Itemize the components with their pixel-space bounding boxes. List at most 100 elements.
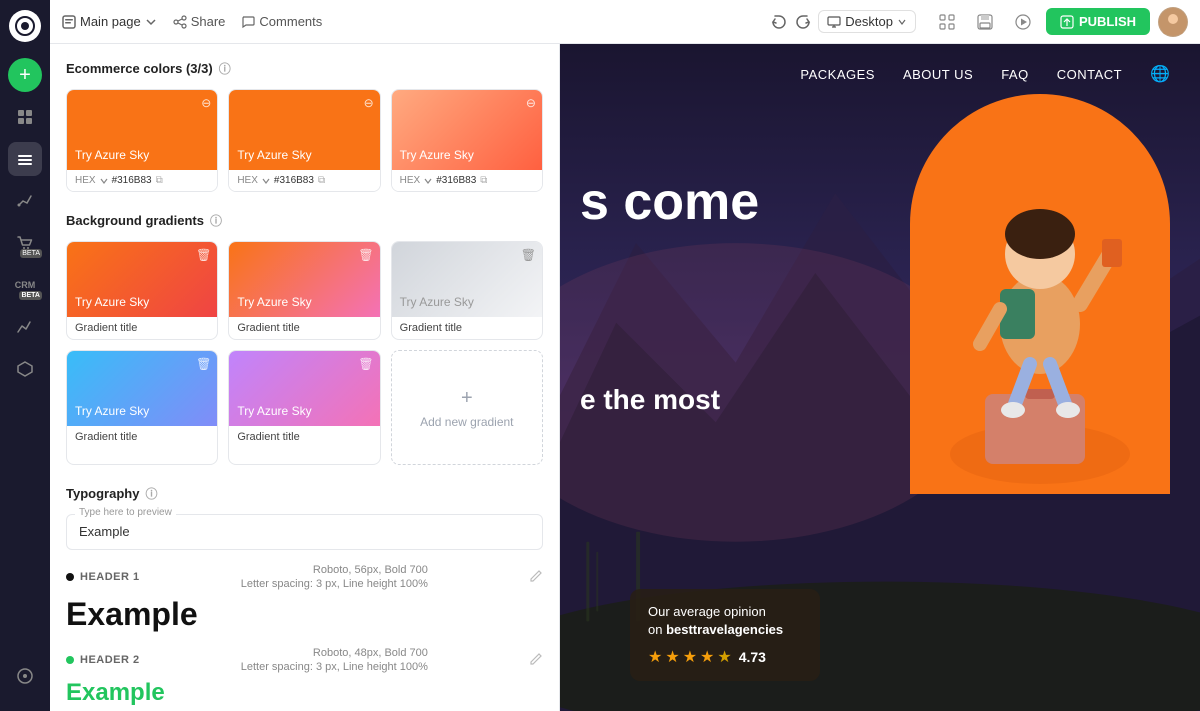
header-2-spec2: Letter spacing: 3 px, Line height 100%	[241, 661, 428, 673]
save-icon-btn[interactable]	[970, 7, 1000, 37]
swatch-hex-2: HEX #316B83 ⧉	[229, 170, 379, 191]
share-button[interactable]: Share	[173, 14, 226, 29]
hero-text-area: s come	[580, 174, 759, 231]
app-logo[interactable]	[9, 10, 41, 42]
header-1-spec2: Letter spacing: 3 px, Line height 100%	[241, 578, 428, 590]
gradient-remove-4[interactable]: 🗑	[196, 357, 211, 371]
header-1-row: HEADER 1 Roboto, 56px, Bold 700 Letter s…	[66, 564, 543, 590]
gradient-title-5: Gradient title	[229, 426, 379, 448]
redo-button[interactable]	[794, 13, 812, 31]
add-gradient-card[interactable]: + Add new gradient	[391, 350, 543, 465]
group-icon-btn[interactable]	[932, 7, 962, 37]
chevron-down-icon	[145, 16, 157, 28]
header-1-edit-icon[interactable]	[529, 569, 543, 586]
gradient-label-1: Try Azure Sky	[75, 295, 149, 309]
gradients-info-icon: ⓘ	[210, 212, 222, 229]
components-icon[interactable]	[8, 352, 42, 386]
hex-copy-2[interactable]: ⧉	[318, 175, 325, 186]
gradient-card-5[interactable]: Try Azure Sky 🗑 Gradient title	[228, 350, 380, 465]
gradient-label-5: Try Azure Sky	[237, 404, 311, 418]
swatch-label-3: Try Azure Sky	[400, 148, 474, 162]
layers-icon[interactable]	[8, 142, 42, 176]
content-area: Ecommerce colors (3/3) ⓘ Try Azure Sky ⊖…	[50, 44, 1200, 711]
gradient-card-1[interactable]: Try Azure Sky 🗑 Gradient title	[66, 241, 218, 340]
page-name-label: Main page	[80, 14, 141, 29]
preview-navbar: PACKAGES ABOUT US FAQ CONTACT 🌐	[560, 44, 1200, 104]
hex-value-3: #316B83	[436, 175, 476, 186]
gradient-remove-1[interactable]: 🗑	[196, 248, 211, 262]
pages-icon[interactable]	[8, 100, 42, 134]
page-name-selector[interactable]: Main page	[62, 14, 157, 29]
header-2-dot	[66, 656, 74, 664]
nav-about-us[interactable]: ABOUT US	[903, 67, 973, 82]
star-half: ★	[717, 647, 731, 667]
gradient-card-4[interactable]: Try Azure Sky 🗑 Gradient title	[66, 350, 218, 465]
nav-faq[interactable]: FAQ	[1001, 67, 1029, 82]
gradient-label-3: Try Azure Sky	[400, 295, 474, 309]
gradient-card-3[interactable]: Try Azure Sky 🗑 Gradient title	[391, 241, 543, 340]
add-icon[interactable]: +	[8, 58, 42, 92]
play-icon-btn[interactable]	[1008, 7, 1038, 37]
swatch-color-2: Try Azure Sky ⊖	[229, 90, 379, 170]
typography-label: Typography	[66, 486, 139, 501]
swatch-remove-2[interactable]: ⊖	[364, 96, 374, 110]
color-swatch-3[interactable]: Try Azure Sky ⊖ HEX #316B83 ⧉	[391, 89, 543, 192]
preview-panel: PACKAGES ABOUT US FAQ CONTACT 🌐 s come e…	[560, 44, 1200, 711]
comments-label: Comments	[259, 14, 322, 29]
header-1-example: Example	[66, 596, 543, 633]
gradient-label-2: Try Azure Sky	[237, 295, 311, 309]
rating-card: Our average opinion on besttravelagencie…	[630, 589, 820, 681]
swatch-label-2: Try Azure Sky	[237, 148, 311, 162]
nav-contact[interactable]: CONTACT	[1057, 67, 1122, 82]
typography-section-title: Typography ⓘ	[66, 485, 543, 502]
rating-brand: besttravelagencies	[666, 622, 783, 637]
header-1-label: HEADER 1	[80, 571, 140, 583]
crm-icon[interactable]: CRM BETA	[8, 268, 42, 302]
undo-button[interactable]	[770, 13, 788, 31]
swatch-hex-3: HEX #316B83 ⧉	[392, 170, 542, 191]
gradient-card-2[interactable]: Try Azure Sky 🗑 Gradient title	[228, 241, 380, 340]
star-1: ★	[648, 647, 662, 667]
gradient-remove-3[interactable]: 🗑	[521, 248, 536, 262]
nav-packages[interactable]: PACKAGES	[800, 67, 875, 82]
location-icon[interactable]	[8, 659, 42, 693]
gradient-remove-5[interactable]: 🗑	[358, 357, 373, 371]
gradient-block-3: Try Azure Sky 🗑	[392, 242, 542, 317]
type-preview-input[interactable]	[79, 524, 530, 539]
header-2-row: HEADER 2 Roboto, 48px, Bold 700 Letter s…	[66, 647, 543, 673]
star-3: ★	[683, 647, 697, 667]
header-2-edit-icon[interactable]	[529, 652, 543, 669]
page-icon	[62, 15, 76, 29]
cart-icon[interactable]: BETA	[8, 226, 42, 260]
swatch-remove-3[interactable]: ⊖	[526, 96, 536, 110]
header-2-example: Example	[66, 679, 543, 707]
gradient-title-1: Gradient title	[67, 317, 217, 339]
swatch-remove-1[interactable]: ⊖	[201, 96, 211, 110]
user-avatar[interactable]	[1158, 7, 1188, 37]
add-gradient-plus-icon: +	[461, 387, 473, 410]
color-swatch-1[interactable]: Try Azure Sky ⊖ HEX #316B83 ⧉	[66, 89, 218, 192]
globe-icon[interactable]: 🌐	[1150, 64, 1170, 84]
hex-value-2: #316B83	[274, 175, 314, 186]
publish-button[interactable]: PUBLISH	[1046, 8, 1150, 35]
hex-copy-1[interactable]: ⧉	[156, 175, 163, 186]
comments-button[interactable]: Comments	[241, 14, 322, 29]
color-swatch-2[interactable]: Try Azure Sky ⊖ HEX #316B83 ⧉	[228, 89, 380, 192]
hero-text-most: e the most	[580, 384, 720, 416]
draw-icon[interactable]	[8, 184, 42, 218]
header-2-label-group: HEADER 2	[66, 654, 140, 666]
device-selector[interactable]: Desktop	[818, 10, 916, 33]
crm-beta-label: BETA	[19, 291, 42, 300]
gradient-remove-2[interactable]: 🗑	[358, 248, 373, 262]
hex-type-2: HEX	[237, 175, 258, 186]
header-1-label-group: HEADER 1	[66, 571, 140, 583]
person-illustration	[910, 94, 1170, 494]
analytics-icon[interactable]	[8, 310, 42, 344]
header-2-spec: Roboto, 48px, Bold 700	[313, 647, 428, 659]
hex-copy-3[interactable]: ⧉	[480, 175, 487, 186]
swatch-label-1: Try Azure Sky	[75, 148, 149, 162]
hex-value-1: #316B83	[112, 175, 152, 186]
typography-section: Typography ⓘ Type here to preview HEADER…	[66, 485, 543, 707]
left-panel: Ecommerce colors (3/3) ⓘ Try Azure Sky ⊖…	[50, 44, 560, 711]
rating-number: 4.73	[739, 649, 766, 665]
